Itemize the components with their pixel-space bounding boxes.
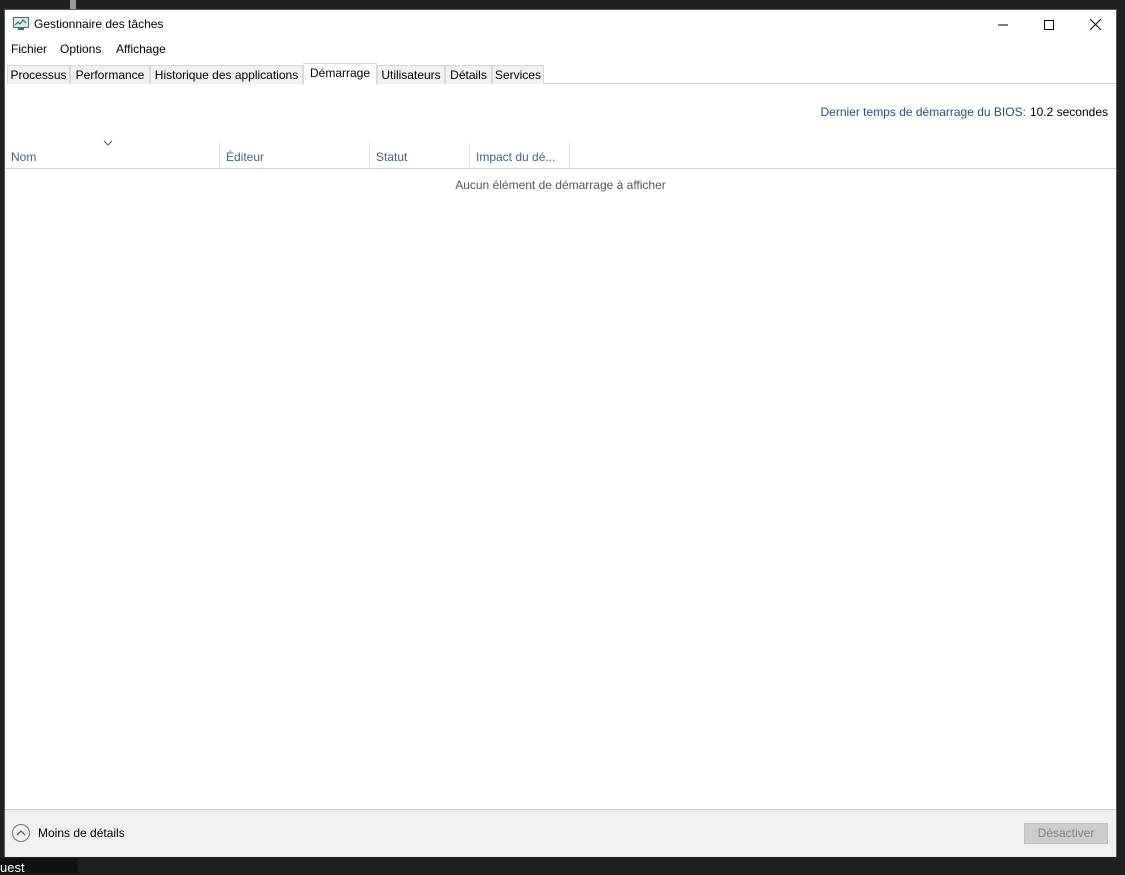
column-header-nom[interactable]: Nom [5,143,220,169]
menu-options[interactable]: Options [60,42,101,56]
bios-label: Dernier temps de démarrage du BIOS: [820,105,1026,119]
chevron-up-icon [12,824,30,842]
tab-bar: Processus Performance Historique des app… [5,63,1116,85]
menu-fichier[interactable]: Fichier [11,42,47,56]
empty-list-message: Aucun élément de démarrage à afficher [455,178,666,192]
column-header-statut[interactable]: Statut [370,143,470,169]
desktop-bottom-text: uest [0,860,25,875]
minimize-icon [998,24,1008,25]
tab-performance[interactable]: Performance [70,65,150,84]
tab-services[interactable]: Services [492,65,544,84]
header-divider [5,168,1116,169]
minimize-button[interactable] [980,10,1026,39]
close-button[interactable] [1072,10,1118,39]
title-bar[interactable]: Gestionnaire des tâches [5,10,1116,40]
column-header-impact[interactable]: Impact du dé... [470,143,570,169]
less-details-label: Moins de détails [38,826,125,840]
column-header-editeur[interactable]: Éditeur [220,143,370,169]
desktop-scroll-thumb [70,0,76,9]
maximize-icon [1044,19,1054,30]
tab-demarrage[interactable]: Démarrage [303,63,377,85]
close-icon [1089,19,1101,30]
tab-utilisateurs[interactable]: Utilisateurs [377,65,445,84]
tab-details[interactable]: Détails [445,65,492,84]
bios-startup-time: Dernier temps de démarrage du BIOS: 10.2 … [821,105,1109,119]
tab-historique-applications[interactable]: Historique des applications [150,65,303,84]
bios-value: 10.2 secondes [1029,105,1108,119]
task-manager-icon [13,17,29,30]
menu-affichage[interactable]: Affichage [116,42,166,56]
window-title: Gestionnaire des tâches [34,17,164,31]
footer-bar: Moins de détails Désactiver [5,810,1116,857]
less-details-button[interactable]: Moins de détails [12,824,125,842]
maximize-button[interactable] [1026,10,1072,39]
disable-button[interactable]: Désactiver [1024,823,1108,844]
tab-processus[interactable]: Processus [7,65,70,84]
task-manager-window: Gestionnaire des tâches Fichier Options … [4,9,1117,857]
menu-bar: Fichier Options Affichage [5,40,1116,59]
